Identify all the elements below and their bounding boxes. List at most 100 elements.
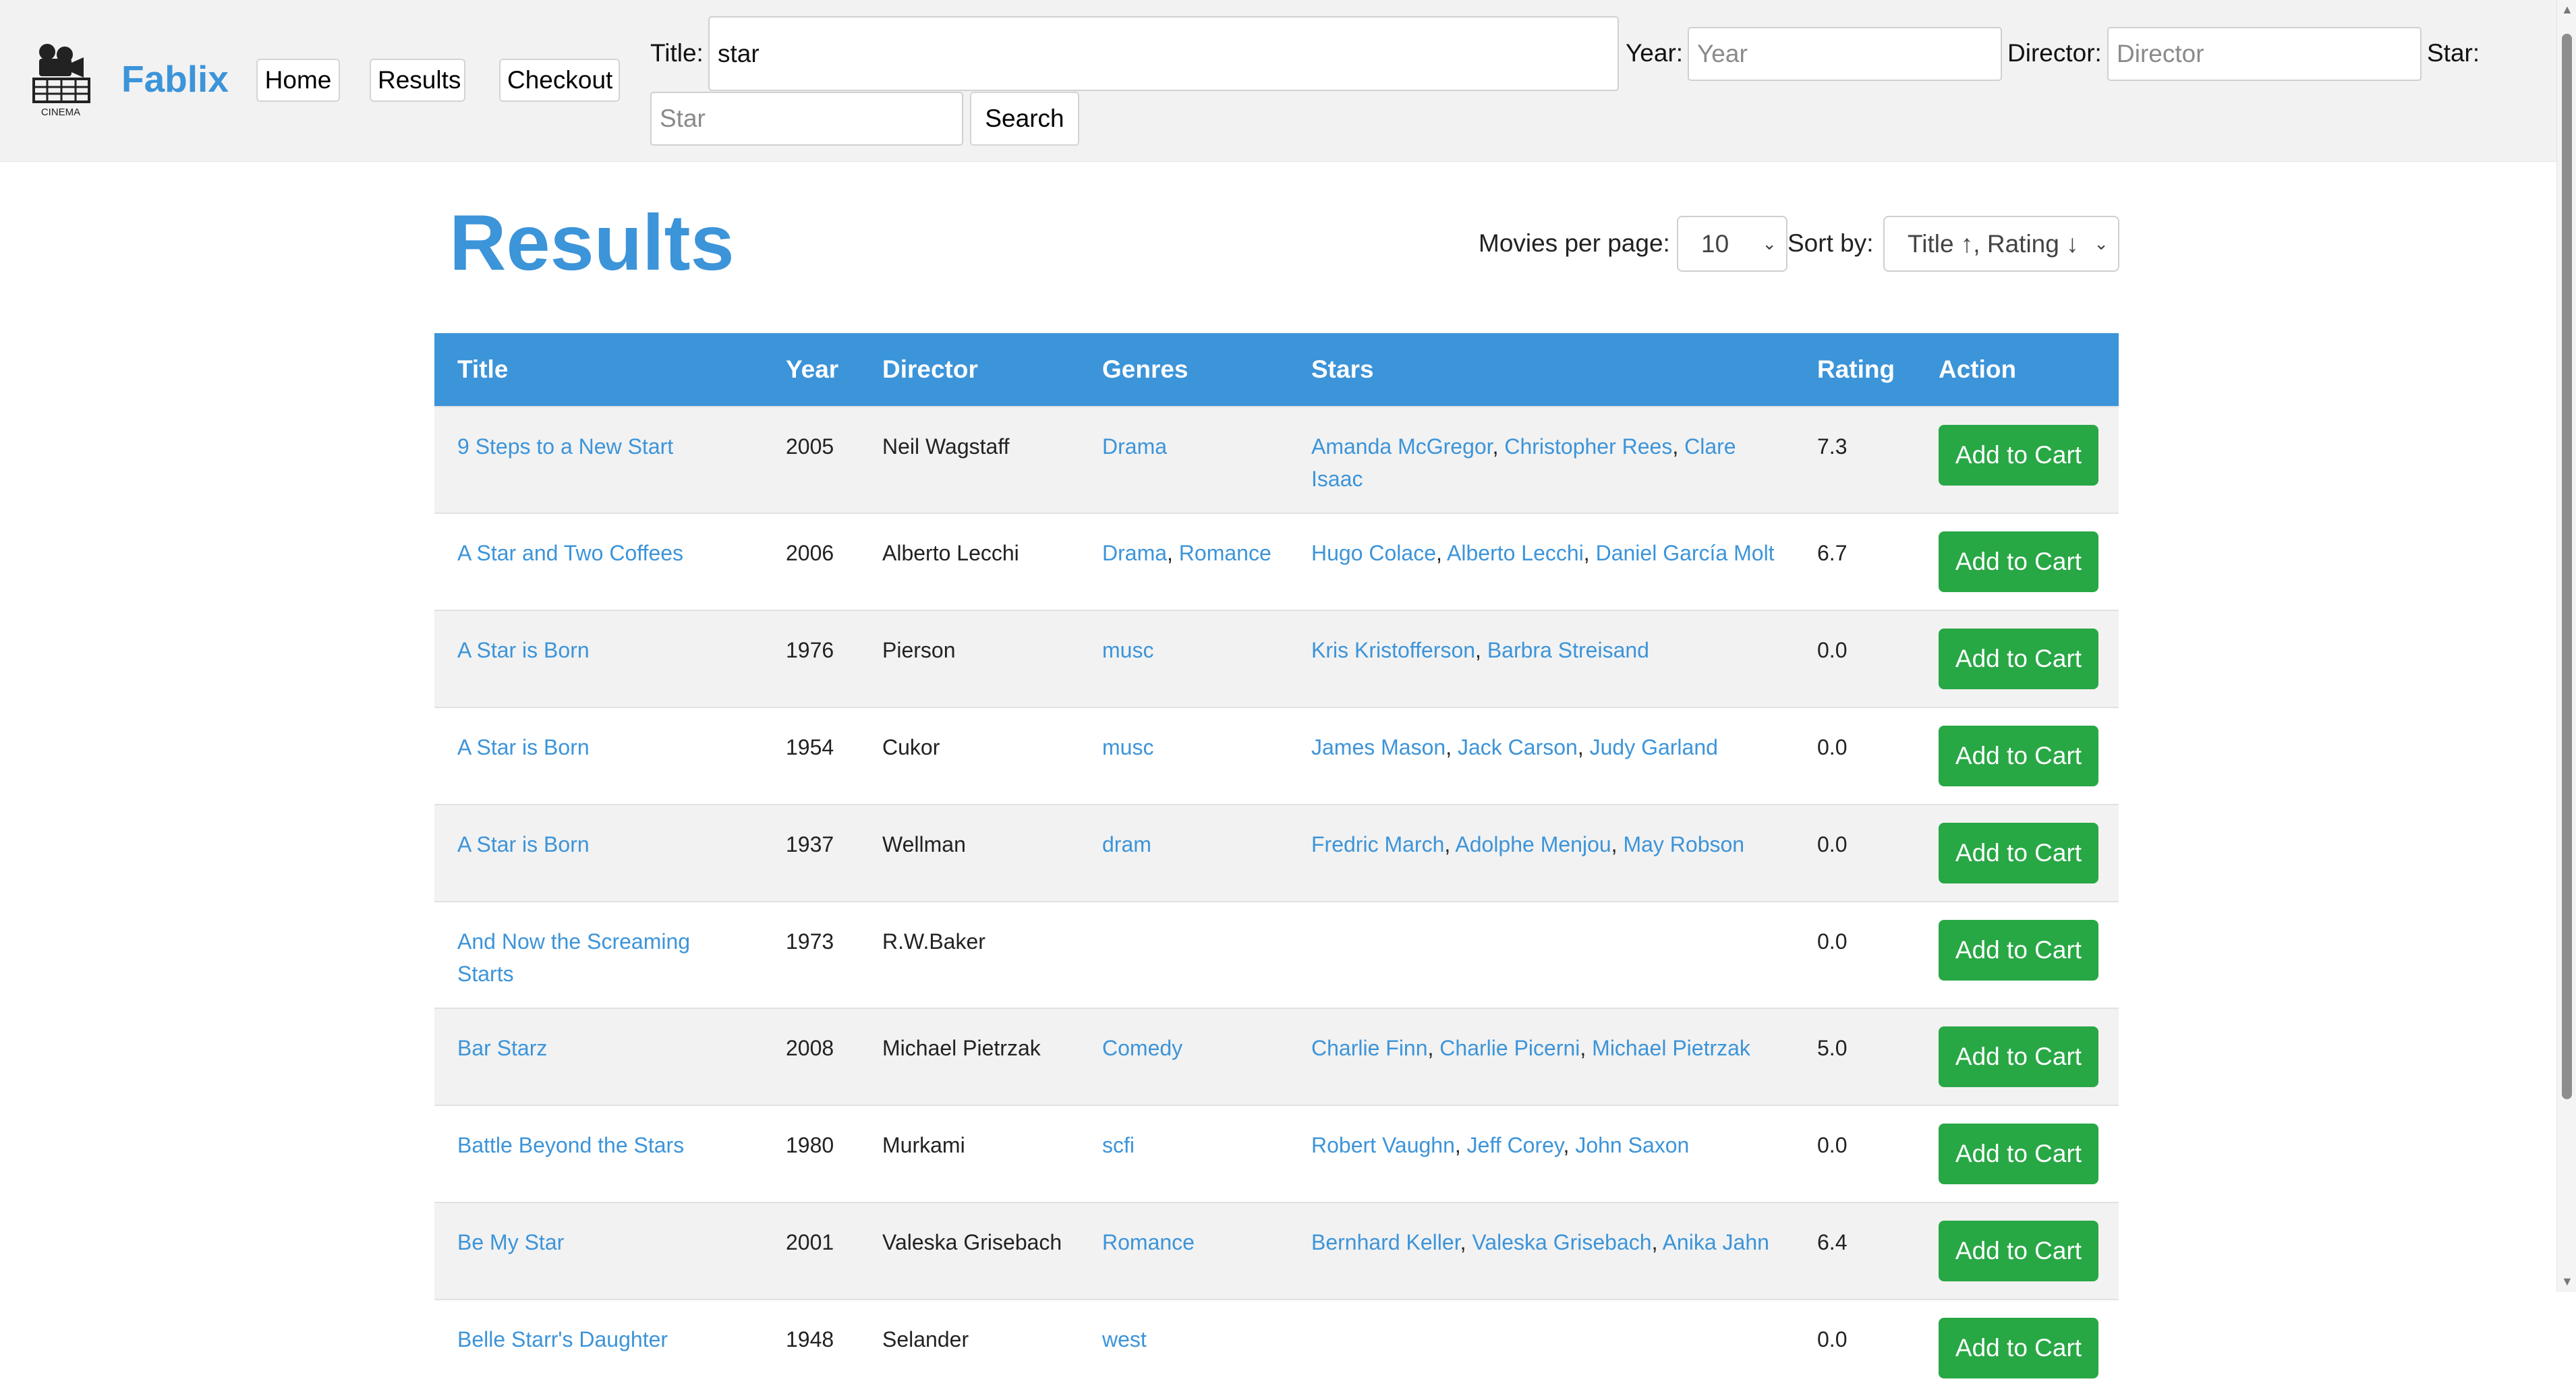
genre-link[interactable]: Comedy	[1102, 1036, 1182, 1060]
star-link[interactable]: Michael Pietrzak	[1592, 1036, 1750, 1060]
scroll-down-icon[interactable]: ▼	[2561, 1275, 2573, 1289]
nav-results-button[interactable]: Results	[370, 59, 465, 102]
movie-title-link[interactable]: A Star is Born	[457, 638, 590, 662]
star-link[interactable]: Robert Vaughn	[1311, 1133, 1455, 1157]
movie-title-cell: 9 Steps to a New Start	[434, 406, 763, 513]
column-header-title[interactable]: Title	[434, 333, 763, 407]
movie-action-cell: Add to Cart	[1916, 1299, 2119, 1396]
per-page-select[interactable]: 10 ⌄	[1677, 216, 1787, 272]
movie-title-link[interactable]: 9 Steps to a New Start	[457, 434, 673, 459]
star-link[interactable]: John Saxon	[1575, 1133, 1689, 1157]
movie-title-link[interactable]: A Star and Two Coffees	[457, 541, 683, 565]
separator: ,	[1580, 1036, 1593, 1060]
movie-title-link[interactable]: And Now the Screaming Starts	[457, 929, 690, 986]
movie-title-link[interactable]: A Star is Born	[457, 832, 590, 856]
column-header-director[interactable]: Director	[859, 333, 1079, 407]
movie-year: 2001	[763, 1202, 859, 1300]
genre-link[interactable]: scfi	[1102, 1133, 1135, 1157]
movie-rating: 0.0	[1794, 1299, 1916, 1396]
star-link[interactable]: Valeska Grisebach	[1472, 1230, 1651, 1254]
star-link[interactable]: Barbra Streisand	[1487, 638, 1649, 662]
star-link[interactable]: Judy Garland	[1590, 735, 1718, 759]
genre-link[interactable]: Drama	[1102, 541, 1167, 565]
movie-genres-cell: scfi	[1079, 1105, 1288, 1202]
brand-link[interactable]: Fablix	[121, 55, 229, 103]
movie-title-link[interactable]: Belle Starr's Daughter	[457, 1327, 668, 1351]
movie-action-cell: Add to Cart	[1916, 901, 2119, 1008]
nav-checkout-button[interactable]: Checkout	[499, 59, 620, 102]
movie-year: 1954	[763, 707, 859, 805]
star-link[interactable]: Jack Carson	[1458, 735, 1578, 759]
table-row: Be My Star 2001 Valeska Grisebach Romance Be…	[434, 1202, 2119, 1300]
movie-action-cell: Add to Cart	[1916, 1202, 2119, 1300]
year-search-input[interactable]	[1688, 27, 2002, 81]
genre-link[interactable]: west	[1102, 1327, 1147, 1351]
add-to-cart-button[interactable]: Add to Cart	[1939, 726, 2098, 786]
movie-title-cell: Be My Star	[434, 1202, 763, 1300]
star-link[interactable]: Anika Jahn	[1663, 1230, 1769, 1254]
movie-title-cell: A Star is Born	[434, 707, 763, 805]
svg-text:CINEMA: CINEMA	[41, 107, 80, 118]
separator: ,	[1611, 832, 1624, 856]
star-link[interactable]: Alberto Lecchi	[1447, 541, 1584, 565]
add-to-cart-button[interactable]: Add to Cart	[1939, 629, 2098, 689]
column-header-year[interactable]: Year	[763, 333, 859, 407]
movie-year: 2006	[763, 513, 859, 610]
genre-link[interactable]: Drama	[1102, 434, 1167, 459]
star-link[interactable]: Bernhard Keller	[1311, 1230, 1460, 1254]
star-link[interactable]: Daniel García Molt	[1596, 541, 1775, 565]
scroll-up-icon[interactable]: ▲	[2561, 3, 2573, 17]
genre-link[interactable]: musc	[1102, 735, 1153, 759]
star-link[interactable]: James Mason	[1311, 735, 1446, 759]
add-to-cart-button[interactable]: Add to Cart	[1939, 531, 2098, 592]
table-row: A Star is Born 1937 Wellman dram Fredric Mar…	[434, 804, 2119, 902]
star-link[interactable]: Adolphe Menjou	[1455, 832, 1611, 856]
scrollbar-thumb[interactable]	[2562, 34, 2572, 1099]
star-search-input[interactable]	[650, 92, 963, 146]
movie-genres-cell: musc	[1079, 707, 1288, 805]
star-link[interactable]: Fredric March	[1311, 832, 1444, 856]
star-link[interactable]: Kris Kristofferson	[1311, 638, 1475, 662]
movie-year: 1976	[763, 610, 859, 707]
column-header-genres: Genres	[1079, 333, 1288, 407]
separator: ,	[1475, 638, 1487, 662]
movie-stars-cell	[1288, 901, 1794, 1008]
genre-link[interactable]: musc	[1102, 638, 1153, 662]
vertical-scrollbar[interactable]: ▲ ▼	[2556, 0, 2576, 1292]
add-to-cart-button[interactable]: Add to Cart	[1939, 425, 2098, 486]
director-search-input[interactable]	[2107, 27, 2422, 81]
title-search-input[interactable]	[708, 16, 1619, 91]
movie-title-cell: A Star is Born	[434, 610, 763, 707]
add-to-cart-button[interactable]: Add to Cart	[1939, 823, 2098, 883]
sort-select[interactable]: Title ↑, Rating ↓ ⌄	[1883, 216, 2119, 272]
search-button[interactable]: Search	[970, 92, 1079, 146]
star-link[interactable]: Amanda McGregor	[1311, 434, 1493, 459]
add-to-cart-button[interactable]: Add to Cart	[1939, 920, 2098, 981]
movie-title-link[interactable]: A Star is Born	[457, 735, 590, 759]
movie-action-cell: Add to Cart	[1916, 610, 2119, 707]
cinema-logo-icon[interactable]: CINEMA	[30, 42, 92, 118]
movie-title-link[interactable]: Be My Star	[457, 1230, 564, 1254]
nav-home-button[interactable]: Home	[256, 59, 340, 102]
movie-title-link[interactable]: Battle Beyond the Stars	[457, 1133, 684, 1157]
director-search-label: Director:	[2007, 39, 2102, 67]
movie-director: R.W.Baker	[859, 901, 1079, 1008]
movie-title-link[interactable]: Bar Starz	[457, 1036, 547, 1060]
star-link[interactable]: May Robson	[1623, 832, 1744, 856]
star-link[interactable]: Charlie Picerni	[1439, 1036, 1580, 1060]
movie-genres-cell: dram	[1079, 804, 1288, 902]
add-to-cart-button[interactable]: Add to Cart	[1939, 1221, 2098, 1281]
movie-action-cell: Add to Cart	[1916, 1105, 2119, 1202]
genre-link[interactable]: dram	[1102, 832, 1151, 856]
add-to-cart-button[interactable]: Add to Cart	[1939, 1026, 2098, 1087]
genre-link[interactable]: Romance	[1179, 541, 1271, 565]
movie-genres-cell: Comedy	[1079, 1008, 1288, 1105]
star-link[interactable]: Charlie Finn	[1311, 1036, 1428, 1060]
add-to-cart-button[interactable]: Add to Cart	[1939, 1318, 2098, 1378]
genre-link[interactable]: Romance	[1102, 1230, 1195, 1254]
star-link[interactable]: Hugo Colace	[1311, 541, 1436, 565]
column-header-rating[interactable]: Rating	[1794, 333, 1916, 407]
add-to-cart-button[interactable]: Add to Cart	[1939, 1124, 2098, 1184]
star-link[interactable]: Jeff Corey	[1467, 1133, 1564, 1157]
star-link[interactable]: Christopher Rees	[1504, 434, 1672, 459]
